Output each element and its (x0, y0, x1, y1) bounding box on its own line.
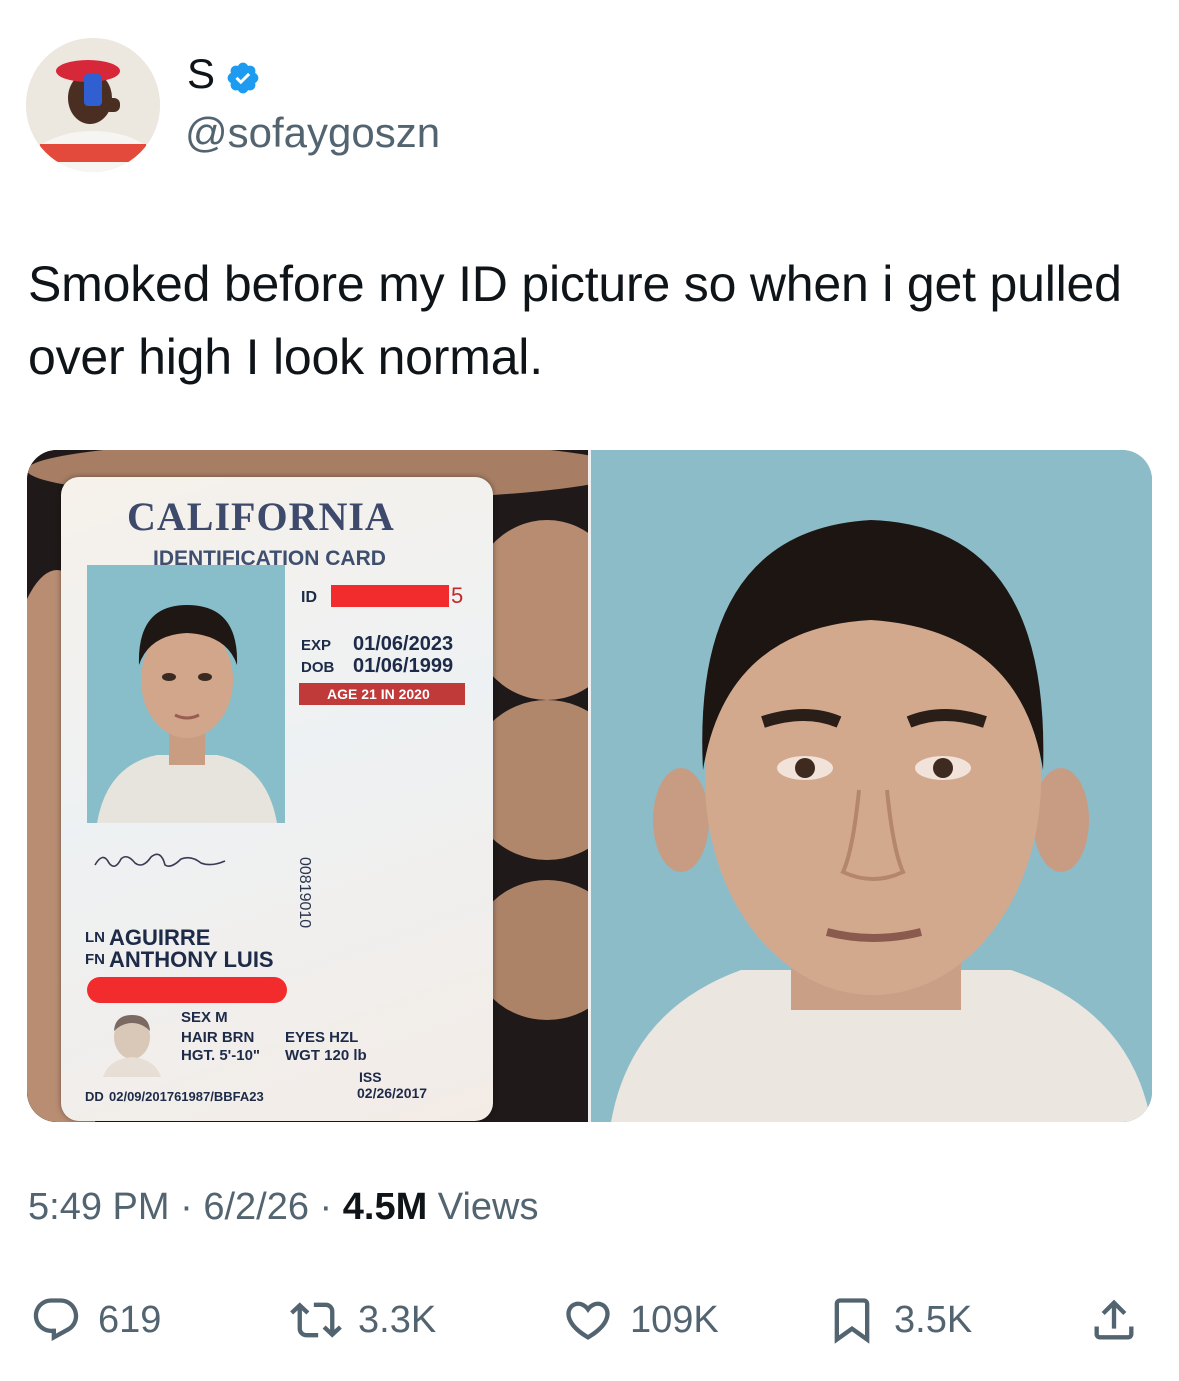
heart-icon (566, 1301, 610, 1340)
tweet-media[interactable]: CALIFORNIA IDENTIFICATION CARD ID 5 EXP (27, 450, 1152, 1122)
display-name-row[interactable]: S (187, 48, 261, 100)
portrait-image (591, 450, 1152, 1122)
id-state: CALIFORNIA (127, 494, 395, 539)
verified-badge-icon (225, 56, 261, 94)
exp-value: 01/06/2023 (353, 633, 454, 655)
like-count: 109K (630, 1298, 719, 1341)
meta-separator: · (169, 1186, 204, 1228)
share-icon (1094, 1299, 1134, 1340)
tweet-text: Smoked before my ID picture so when i ge… (28, 256, 1122, 385)
sex-field: SEX M (181, 1009, 228, 1026)
iss-label: ISS (359, 1069, 382, 1085)
dob-value: 01/06/1999 (353, 655, 454, 677)
id-card: CALIFORNIA IDENTIFICATION CARD ID 5 EXP (61, 477, 493, 1121)
tweet-time[interactable]: 5:49 PM (28, 1186, 170, 1228)
dd-value: 02/09/201761987/BBFA23 (109, 1089, 264, 1104)
signature-image (94, 853, 226, 867)
hair-field: HAIR BRN (181, 1029, 255, 1046)
id-portrait (87, 565, 285, 823)
exp-label: EXP (301, 637, 332, 654)
reply-icon (33, 1298, 79, 1342)
avatar-image (26, 38, 160, 172)
height-field: HGT. 5'-10" (181, 1047, 261, 1064)
fn-label: FN (85, 951, 105, 968)
views-count: 4.5M (342, 1186, 428, 1228)
id-number-redaction (331, 585, 449, 607)
tweet-date[interactable]: 6/2/26 (203, 1186, 309, 1228)
id-label: ID (301, 589, 317, 606)
ln-label: LN (85, 929, 105, 946)
id-number-suffix: 5 (451, 583, 464, 608)
action-bar: 619 3.3K 109K 3.5K (0, 1290, 1179, 1350)
age-banner-text: AGE 21 IN 2020 (327, 686, 430, 702)
repost-icon (290, 1302, 342, 1338)
weight-field: WGT 120 lb (285, 1047, 367, 1064)
eyes-field: EYES HZL (285, 1029, 359, 1046)
mugshot-photo[interactable] (591, 450, 1152, 1122)
share-button[interactable] (1088, 1290, 1156, 1350)
tweet-meta: 5:49 PM · 6/2/26 · 4.5M Views (28, 1184, 538, 1230)
meta-separator: · (308, 1186, 343, 1228)
dd-label: DD (85, 1089, 104, 1104)
like-button[interactable]: 109K (562, 1290, 719, 1350)
address-redaction (87, 977, 287, 1003)
display-name[interactable]: S (187, 48, 215, 100)
user-handle[interactable]: @sofaygoszn (185, 108, 440, 158)
user-avatar[interactable] (26, 38, 160, 172)
bookmark-count: 3.5K (894, 1298, 973, 1341)
reply-button[interactable]: 619 (30, 1290, 161, 1350)
id-card-photo[interactable]: CALIFORNIA IDENTIFICATION CARD ID 5 EXP (27, 450, 588, 1122)
bookmark-button[interactable]: 3.5K (826, 1290, 972, 1350)
age-banner: AGE 21 IN 2020 (299, 683, 465, 705)
reply-count: 619 (98, 1298, 162, 1341)
dob-label: DOB (301, 659, 335, 676)
vertical-number: 00819010 (296, 857, 313, 929)
bookmark-icon (834, 1298, 870, 1344)
ghost-portrait (103, 1015, 161, 1077)
views-label: Views (427, 1186, 539, 1228)
repost-button[interactable]: 3.3K (290, 1290, 436, 1350)
first-name: ANTHONY LUIS (109, 947, 274, 972)
repost-count: 3.3K (358, 1298, 437, 1341)
iss-value: 02/26/2017 (357, 1085, 428, 1101)
